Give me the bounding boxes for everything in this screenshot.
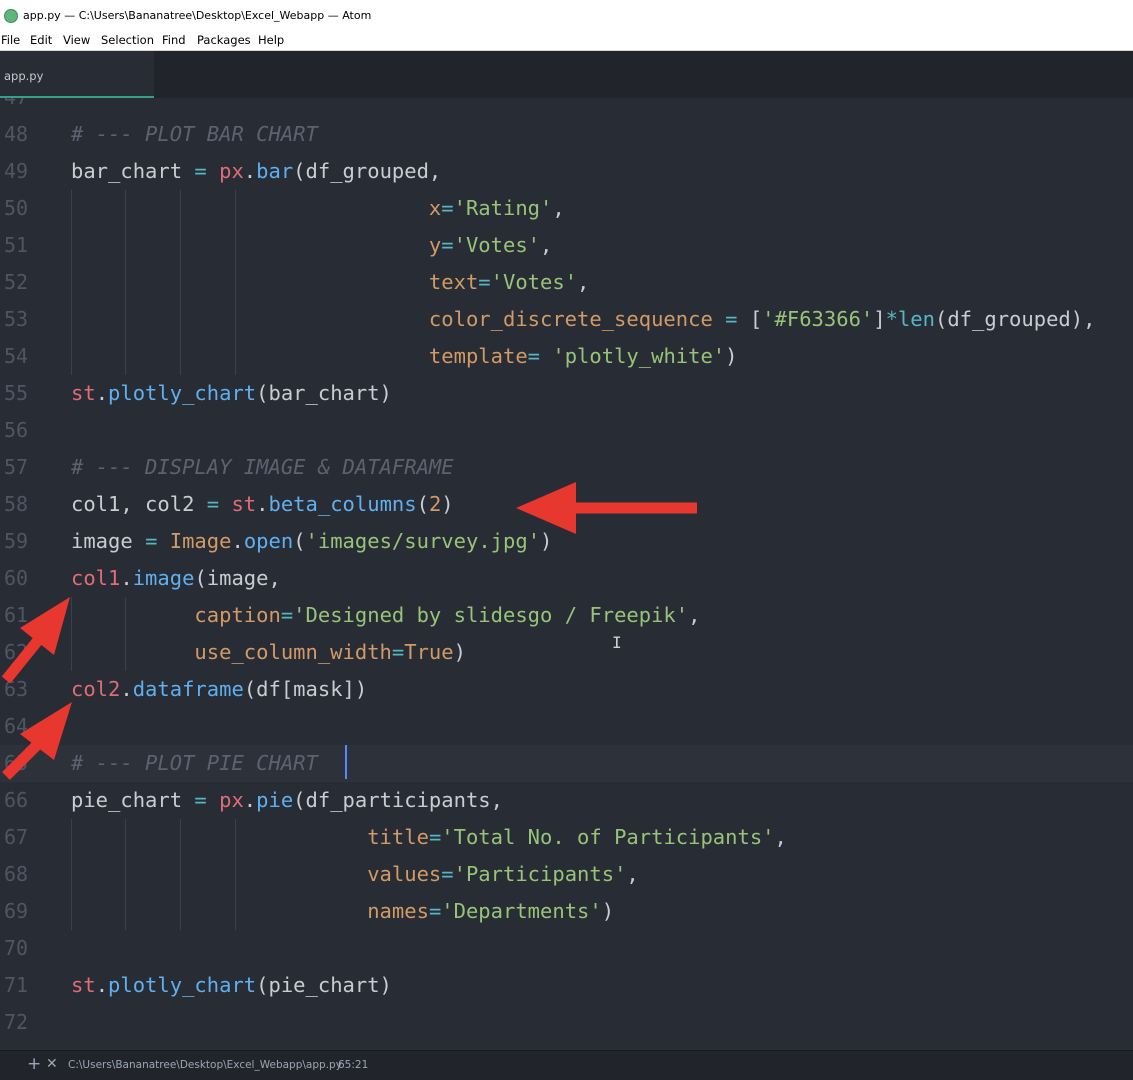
- red-arrow-icon: [2, 702, 72, 780]
- red-arrow-icon: [516, 482, 697, 534]
- arrow-head: [516, 482, 576, 534]
- annotation-overlay: [1, 482, 697, 780]
- red-arrow-icon: [1, 597, 70, 684]
